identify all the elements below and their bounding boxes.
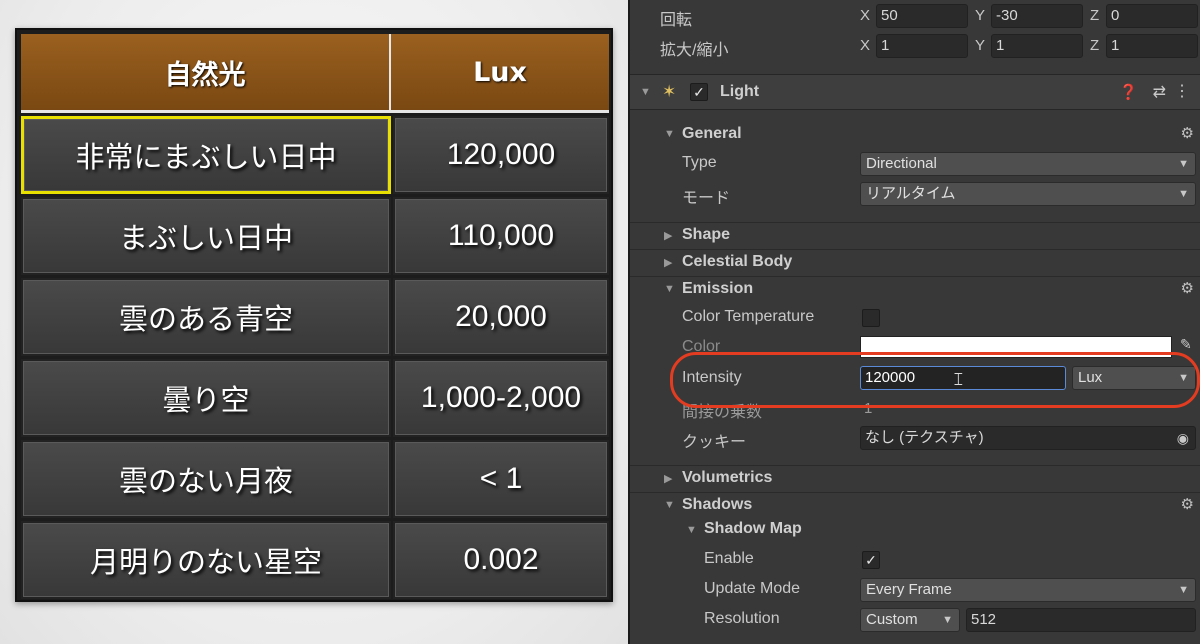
help-icon[interactable]: ❓: [1119, 83, 1138, 101]
light-icon: ✶: [662, 82, 677, 101]
general-section-header[interactable]: ▼ General ⚙: [630, 122, 1200, 148]
celestial-body-title: Celestial Body: [682, 253, 793, 270]
gear-icon[interactable]: ⚙: [1181, 124, 1194, 142]
row-light-name: 月明りのない星空: [21, 521, 391, 599]
emission-title: Emission: [682, 280, 754, 297]
shape-section-header[interactable]: ▶ Shape: [630, 222, 1200, 248]
update-mode-value: Every Frame: [866, 581, 952, 598]
header-divider: [21, 110, 609, 113]
foldout-open-icon[interactable]: ▼: [664, 499, 675, 511]
cookie-field[interactable]: なし (テクスチャ) ◉: [860, 426, 1196, 450]
table-row: 非常にまぶしい日中 120,000: [21, 116, 609, 194]
foldout-closed-icon[interactable]: ▶: [664, 256, 672, 269]
row-light-name: 雲のない月夜: [21, 440, 391, 518]
resolution-preset-dropdown[interactable]: Custom ▼: [860, 608, 960, 632]
update-mode-label: Update Mode: [704, 580, 801, 597]
type-dropdown[interactable]: Directional ▼: [860, 152, 1196, 176]
color-temperature-checkbox[interactable]: [862, 309, 880, 327]
table-row: 月明りのない星空 0.002: [21, 521, 609, 599]
update-mode-dropdown[interactable]: Every Frame ▼: [860, 578, 1196, 602]
header-lux: Lux: [473, 56, 527, 88]
scale-y-axis[interactable]: Y: [975, 37, 985, 54]
foldout-open-icon[interactable]: ▼: [640, 86, 651, 98]
cookie-value: なし (テクスチャ): [865, 429, 984, 446]
scale-y-field[interactable]: 1: [991, 34, 1083, 58]
celestial-body-section-header[interactable]: ▶ Celestial Body: [630, 249, 1200, 275]
rotation-label: 回転: [660, 12, 693, 29]
scale-label: 拡大/縮小: [660, 42, 729, 59]
inspector-panel: 回転 X 50 Y -30 Z 0 拡大/縮小 X 1 Y 1 Z 1 ▼ ✶ …: [628, 0, 1200, 644]
row-light-name: 雲のある青空: [21, 278, 391, 356]
foldout-open-icon[interactable]: ▼: [664, 283, 675, 295]
row-light-name: 非常にまぶしい日中: [21, 116, 391, 194]
table-header: 自然光 Lux: [21, 34, 609, 110]
shadow-enable-label: Enable: [704, 550, 754, 567]
light-enabled-checkbox[interactable]: ✓: [690, 83, 708, 101]
row-lux-value: 110,000: [393, 197, 609, 275]
row-lux-value: < 1: [393, 440, 609, 518]
resolution-label: Resolution: [704, 610, 780, 627]
shadows-title: Shadows: [682, 496, 753, 513]
scale-z-field[interactable]: 1: [1106, 34, 1198, 58]
rotation-y-axis[interactable]: Y: [975, 7, 985, 24]
light-title: Light: [720, 83, 760, 100]
foldout-open-icon[interactable]: ▼: [686, 524, 697, 536]
foldout-closed-icon[interactable]: ▶: [664, 229, 672, 242]
volumetrics-section-header[interactable]: ▶ Volumetrics: [630, 465, 1200, 491]
volumetrics-title: Volumetrics: [682, 469, 773, 486]
object-picker-icon[interactable]: ◉: [1177, 427, 1189, 449]
cookie-label: クッキー: [682, 434, 747, 451]
rotation-x-axis[interactable]: X: [860, 7, 870, 24]
mode-label: モード: [682, 190, 731, 207]
emission-section-header[interactable]: ▼ Emission ⚙: [630, 276, 1200, 302]
kebab-menu-icon[interactable]: ⋮: [1174, 81, 1190, 101]
scale-x-field[interactable]: 1: [876, 34, 968, 58]
scale-x-axis[interactable]: X: [860, 37, 870, 54]
row-lux-value: 0.002: [393, 521, 609, 599]
table-row: 雲のない月夜 < 1: [21, 440, 609, 518]
shadows-section-header[interactable]: ▼ Shadows ⚙: [630, 492, 1200, 518]
resolution-value-field[interactable]: 512: [966, 608, 1196, 632]
intensity-annotation-highlight: [670, 352, 1200, 408]
rotation-z-axis[interactable]: Z: [1090, 7, 1099, 24]
general-title: General: [682, 125, 742, 142]
rotation-x-field[interactable]: 50: [876, 4, 968, 28]
header-natural-light: 自然光: [21, 34, 391, 110]
chevron-down-icon: ▼: [942, 614, 953, 626]
gear-icon[interactable]: ⚙: [1181, 279, 1194, 297]
mode-dropdown[interactable]: リアルタイム ▼: [860, 182, 1196, 206]
chevron-down-icon: ▼: [1178, 188, 1189, 200]
row-lux-value: 120,000: [393, 116, 609, 194]
foldout-closed-icon[interactable]: ▶: [664, 472, 672, 485]
foldout-open-icon[interactable]: ▼: [664, 128, 675, 140]
table-row: 曇り空 1,000-2,000: [21, 359, 609, 437]
rotation-y-field[interactable]: -30: [991, 4, 1083, 28]
gear-icon[interactable]: ⚙: [1181, 495, 1194, 513]
table-row: まぶしい日中 110,000: [21, 197, 609, 275]
shape-title: Shape: [682, 226, 731, 243]
resolution-preset-value: Custom: [866, 611, 918, 628]
row-light-name: まぶしい日中: [21, 197, 391, 275]
sliders-icon[interactable]: ⇄: [1153, 82, 1166, 102]
row-light-name: 曇り空: [21, 359, 391, 437]
chevron-down-icon: ▼: [1178, 584, 1189, 596]
shadow-map-title[interactable]: Shadow Map: [704, 520, 802, 538]
rotation-z-field[interactable]: 0: [1106, 4, 1198, 28]
color-temperature-label: Color Temperature: [682, 308, 815, 325]
lux-table: 自然光 Lux 非常にまぶしい日中 120,000 まぶしい日中 110,000…: [15, 28, 613, 602]
row-lux-value: 1,000-2,000: [393, 359, 609, 437]
chevron-down-icon: ▼: [1178, 158, 1189, 170]
mode-dropdown-value: リアルタイム: [866, 185, 956, 202]
row-lux-value: 20,000: [393, 278, 609, 356]
scale-z-axis[interactable]: Z: [1090, 37, 1099, 54]
table-row: 雲のある青空 20,000: [21, 278, 609, 356]
type-label: Type: [682, 154, 717, 171]
type-dropdown-value: Directional: [866, 155, 937, 172]
shadow-enable-checkbox[interactable]: ✓: [862, 551, 880, 569]
lux-reference-slide: 自然光 Lux 非常にまぶしい日中 120,000 まぶしい日中 110,000…: [0, 0, 628, 644]
eyedropper-icon[interactable]: ✎: [1180, 336, 1192, 353]
light-component-header[interactable]: ▼ ✶ ✓ Light ❓ ⇄ ⋮: [630, 74, 1200, 110]
